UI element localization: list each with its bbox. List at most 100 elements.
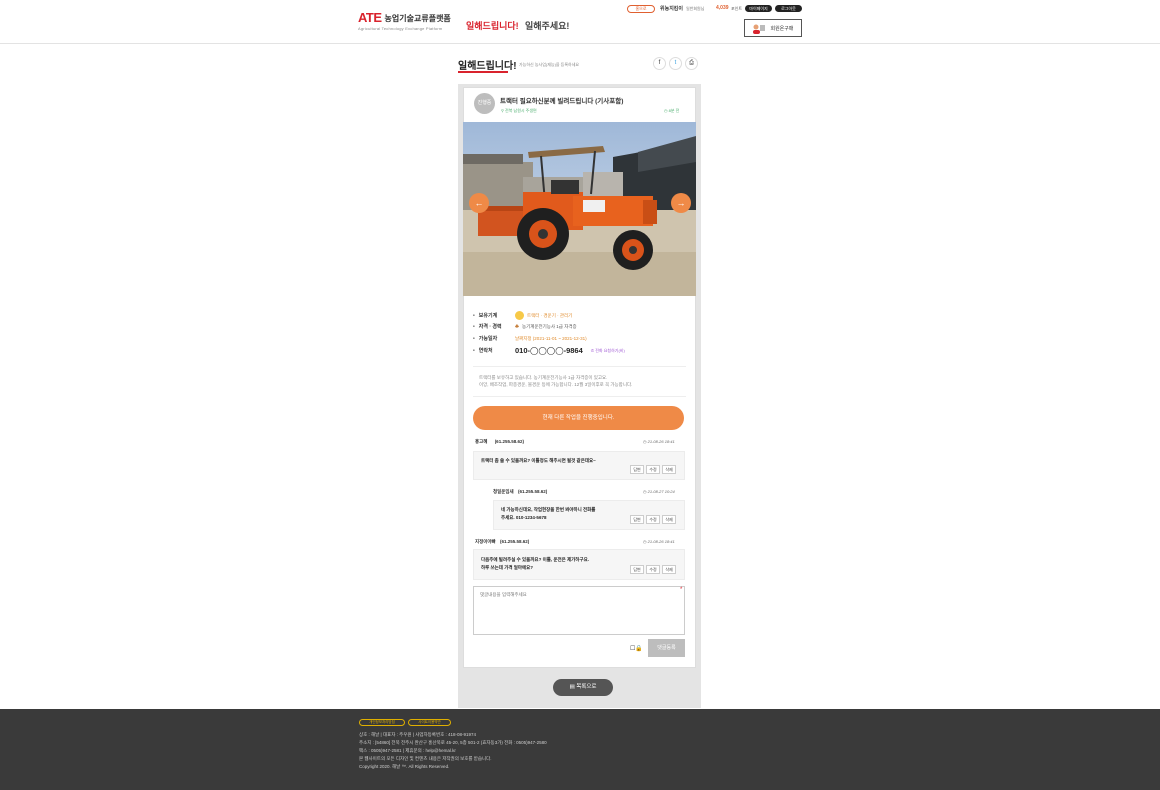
- required-mark: *: [680, 587, 683, 593]
- comment-author: 홍고혜 (61.255.58.62): [475, 439, 524, 445]
- info-row-contact: 연락처 010-◯◯◯◯-9864 ✆ 전화 요청하기(비): [473, 346, 625, 355]
- comment-author-name: 홍고혜: [475, 439, 488, 444]
- contact-request-label: 전화 요청하기(비): [595, 347, 625, 353]
- nav-offer-work[interactable]: 일해드립니다!: [466, 19, 519, 32]
- info-row-dates: 가능일자 날짜지정 (2021-11-01 ~ 2021-12-31): [473, 335, 587, 343]
- back-to-list-button[interactable]: ▤ 목록으로: [553, 679, 613, 696]
- footer-line: 주소지 : [54860] 전북 전주시 완산구 홍산북로 45-20, 5층 …: [359, 740, 547, 745]
- footer-line: 본 웹사이트의 모든 디자인 및 컨텐츠 내용은 저작권의 보호를 받습니다.: [359, 756, 492, 761]
- photo-next-arrow-icon[interactable]: →: [671, 193, 691, 213]
- footer-line: 팩스 : 0505)947-2581 | 제휴문의 : help@hemal.k…: [359, 748, 456, 753]
- machine-icon: [515, 311, 524, 320]
- reply-button[interactable]: 답변: [630, 565, 644, 574]
- comment-date-text: 21-08-26 18:41: [647, 539, 675, 544]
- site-logo[interactable]: ATE 농업기술교류플랫폼 Agricultural Technology Ex…: [358, 10, 451, 31]
- delete-button[interactable]: 삭제: [662, 565, 676, 574]
- info-label: 자격 · 경력: [473, 323, 515, 330]
- logo-subtitle: Agricultural Technology Exchange Platfor…: [358, 26, 443, 31]
- info-row-machines: 보유기계 트랙터 · 경운기 · 관리기: [473, 311, 572, 320]
- comment-date-text: 21-08-26 18:41: [647, 439, 675, 444]
- home-button[interactable]: 홈으로: [627, 5, 655, 13]
- delete-button[interactable]: 삭제: [662, 515, 676, 524]
- logo-title: 농업기술교류플랫폼: [384, 14, 451, 23]
- reply-button[interactable]: 답변: [630, 465, 644, 474]
- footer-copyright: Copyright 2020. 해날 ™. All Rights Reserve…: [359, 764, 450, 769]
- info-value: 농기계운전기능사 1급 자격증: [521, 323, 577, 329]
- twitter-share-icon[interactable]: t: [669, 57, 682, 70]
- comment-text-line: 다음주에 빌려주실 수 있을까요? 이틀, 운전은 제가하구요.: [481, 557, 589, 562]
- comment-date-text: 21-08-27 10:24: [647, 489, 675, 494]
- info-label: 연락처: [473, 347, 515, 354]
- mypage-button[interactable]: 마이페이지: [745, 5, 772, 12]
- progress-status-button[interactable]: 현재 다른 작업을 진행중입니다.: [473, 406, 684, 430]
- post-description: 트랙터를 보유하고 있습니다. 농기계운전기능사 1급 자격증이 있고요. 이앙…: [479, 374, 679, 388]
- reply-button[interactable]: 답변: [630, 515, 644, 524]
- comment-text-line: 트랙터 좀 쓸 수 있을까요? 이틀정도 해주시면 될것 같은데요~: [481, 458, 596, 463]
- comment-actions: 답변 수정 삭제: [630, 465, 676, 474]
- user-card-icon: [753, 24, 766, 34]
- comment-author: 지정이아빠 (61.255.58.62): [475, 539, 529, 545]
- post-location-text: 전북 남원시 주생면: [505, 108, 537, 113]
- page-title: 일해드립니다!: [458, 61, 517, 72]
- comment-date: ◷ 21-08-27 10:24: [643, 489, 675, 494]
- comment-input[interactable]: [473, 586, 685, 635]
- comment-author-name: 지정이아빠: [475, 539, 496, 544]
- privacy-policy-link[interactable]: 개인정보처리방침: [359, 719, 405, 726]
- back-to-list-label: 목록으로: [576, 684, 597, 690]
- site-header: ATE 농업기술교류플랫폼 Agricultural Technology Ex…: [0, 0, 1160, 44]
- photo-prev-arrow-icon[interactable]: ←: [469, 193, 489, 213]
- secret-comment-lock-icon[interactable]: ☐🔒: [630, 645, 643, 652]
- comment-date: ◷ 21-08-26 18:41: [643, 539, 675, 544]
- site-footer: [0, 709, 1160, 790]
- divider: [473, 396, 686, 397]
- nav-request-work[interactable]: 일해주세요!: [525, 19, 569, 32]
- comment-author: 청일운임새 (61.255.58.62): [493, 489, 547, 495]
- print-icon[interactable]: ⎙: [685, 57, 698, 70]
- comment-text-line: 네 가능하신데요, 작업현장을 한번 봐야하니 전화를: [501, 507, 596, 512]
- phone-number: 010-◯◯◯◯-9864: [515, 346, 583, 355]
- certificate-icon: ♣: [515, 323, 519, 330]
- edit-button[interactable]: 수정: [646, 565, 660, 574]
- info-value: 트랙터 · 경운기 · 관리기: [527, 312, 573, 318]
- info-value: 날짜지정 (2021-11-01 ~ 2021-12-31): [515, 335, 587, 341]
- comment-ip: (61.255.58.62): [494, 439, 524, 444]
- points-value: 4,039: [716, 5, 729, 11]
- post-title: 트랙터 필요하신분께 빌려드립니다 (기사포함): [500, 98, 624, 105]
- page-description: 가능하신 농사업(재능)을 등록하세요: [519, 62, 580, 67]
- comment-text-line: 하루 쓰는데 가격 얼마에요?: [481, 565, 534, 570]
- member-button-label: 회원온구매: [770, 25, 794, 32]
- contact-request-link[interactable]: ✆ 전화 요청하기(비): [591, 348, 625, 354]
- comment-submit-button[interactable]: 댓글등록: [648, 639, 685, 657]
- tractor-photo: [463, 122, 696, 296]
- user-role: 일반회원님: [686, 6, 705, 11]
- post-time: ◷ 8분 전: [664, 108, 679, 114]
- member-button[interactable]: 회원온구매: [744, 19, 802, 37]
- description-line: 이앙, 배조작업, 파종경운, 볼경운 등에 가능합니다. 12월 3일이후로 …: [479, 382, 633, 387]
- comment-text: 다음주에 빌려주실 수 있을까요? 이틀, 운전은 제가하구요. 하루 쓰는데 …: [481, 556, 589, 572]
- comment-actions: 답변 수정 삭제: [630, 565, 676, 574]
- page: ATE 농업기술교류플랫폼 Agricultural Technology Ex…: [0, 0, 1160, 790]
- logout-button[interactable]: 로그아웃: [775, 5, 802, 12]
- title-underline: [458, 71, 508, 73]
- divider: [473, 366, 686, 367]
- comment-text: 네 가능하신데요, 작업현장을 한번 봐야하니 전화를 주세요. 010-123…: [501, 506, 595, 522]
- info-row-qualification: 자격 · 경력 ♣ 농기계운전기능사 1급 자격증: [473, 323, 577, 331]
- delete-button[interactable]: 삭제: [662, 465, 676, 474]
- user-name: 위농지킴이: [660, 6, 684, 12]
- comment-date: ◷ 21-08-26 18:41: [643, 439, 675, 444]
- facebook-share-icon[interactable]: f: [653, 57, 666, 70]
- comment-author-name: 청일운임새: [493, 489, 514, 494]
- info-label: 보유기계: [473, 312, 515, 319]
- comment-ip: (61.255.58.62): [517, 489, 548, 494]
- description-line: 트랙터를 보유하고 있습니다. 농기계운전기능사 1급 자격증이 있고요.: [479, 375, 608, 380]
- logo-mark: ATE: [358, 10, 382, 25]
- edit-button[interactable]: 수정: [646, 465, 660, 474]
- comment-actions: 답변 수정 삭제: [630, 515, 676, 524]
- comment-ip: (61.255.58.62): [499, 539, 530, 544]
- terms-link[interactable]: 사이트이용약관: [408, 719, 451, 726]
- status-badge: 진행중: [474, 93, 495, 114]
- edit-button[interactable]: 수정: [646, 515, 660, 524]
- post-time-text: 8분 전: [668, 108, 680, 113]
- comment-text-line: 주세요. 010-1234-5678: [501, 515, 547, 520]
- post-photo: [463, 122, 696, 296]
